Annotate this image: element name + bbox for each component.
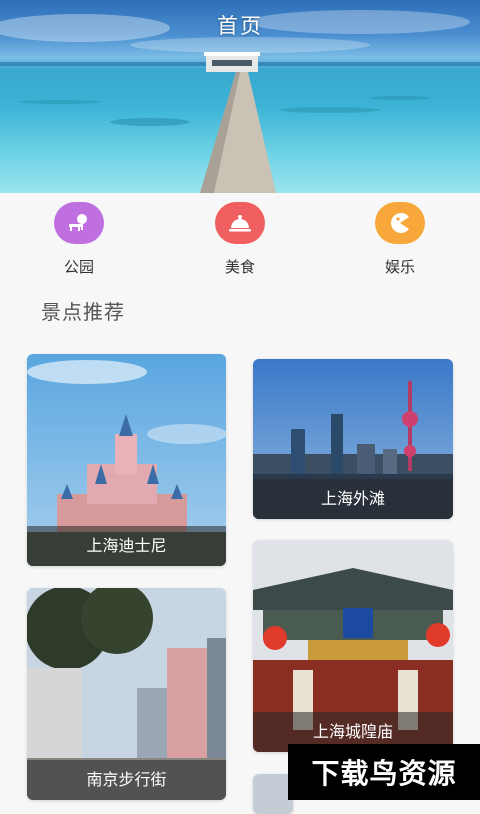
category-label: 美食 (224, 258, 255, 276)
spot-card-partial[interactable] (253, 774, 293, 814)
page-title: 首页 (217, 14, 263, 38)
spot-card-bund[interactable]: 上海外滩 (253, 359, 453, 519)
spot-card-nanjing-road[interactable]: 南京步行街 (27, 588, 226, 800)
food-cloche-icon (215, 202, 265, 244)
spot-card-city-god-temple[interactable]: 上海城隍庙 (253, 540, 453, 752)
section-title: 景点推荐 (41, 300, 125, 324)
spot-name: 上海迪士尼 (27, 526, 226, 566)
game-icon (375, 202, 425, 244)
header-banner: 首页 (0, 0, 480, 193)
spot-card-disney[interactable]: 上海迪士尼 (27, 354, 226, 566)
spot-name: 南京步行街 (27, 760, 226, 800)
park-bench-icon (54, 202, 104, 244)
spot-name: 上海外滩 (253, 479, 453, 519)
category-food[interactable]: 美食 (200, 202, 280, 277)
category-park[interactable]: 公园 (39, 202, 119, 277)
category-entertainment[interactable]: 娱乐 (360, 202, 440, 277)
watermark-logo: 下载鸟资源 (288, 744, 480, 800)
category-label: 公园 (63, 258, 94, 276)
category-label: 娱乐 (384, 258, 415, 276)
